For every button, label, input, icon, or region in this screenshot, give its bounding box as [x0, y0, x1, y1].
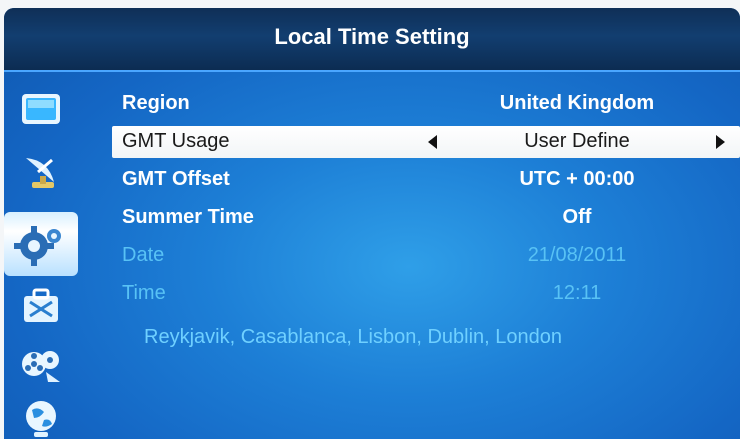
- setting-value: United Kingdom: [499, 92, 655, 114]
- sidebar-item-settings[interactable]: [4, 212, 78, 276]
- setting-value: User Define: [524, 130, 630, 152]
- tv-icon[interactable]: [18, 88, 64, 132]
- setting-row-time: Time 12:11: [112, 278, 740, 310]
- toolbox-icon[interactable]: [18, 284, 64, 328]
- page-title: Local Time Setting: [274, 24, 470, 49]
- title-bar: Local Time Setting: [4, 8, 740, 72]
- setting-value: UTC + 00:00: [519, 168, 635, 190]
- setting-row-summer-time[interactable]: Summer Time Off: [112, 202, 740, 234]
- setting-label: Date: [122, 244, 165, 266]
- setting-label: Summer Time: [122, 206, 254, 228]
- arrow-right-icon[interactable]: [716, 135, 725, 149]
- setting-value: 12:11: [552, 282, 602, 304]
- setting-row-date: Date 21/08/2011: [112, 240, 740, 272]
- tv-screen: Local Time Setting Region United Kingdom…: [4, 8, 740, 439]
- settings-gear-icon: [14, 226, 61, 266]
- setting-label: Time: [122, 282, 166, 304]
- sidebar-menu: [4, 70, 78, 439]
- setting-label: Region: [122, 92, 190, 114]
- setting-label: GMT Usage: [122, 130, 230, 152]
- setting-value: 21/08/2011: [527, 244, 627, 266]
- setting-value: Off: [562, 206, 592, 228]
- setting-row-gmt-offset[interactable]: GMT Offset UTC + 00:00: [112, 164, 740, 196]
- setting-row-region[interactable]: Region United Kingdom: [112, 88, 740, 120]
- film-reel-icon[interactable]: [18, 342, 64, 386]
- setting-label: GMT Offset: [122, 168, 230, 190]
- satellite-dish-icon[interactable]: [18, 150, 64, 194]
- globe-icon[interactable]: [18, 396, 64, 439]
- timezone-cities: Reykjavik, Casablanca, Lisbon, Dublin, L…: [144, 326, 563, 348]
- setting-row-gmt-usage[interactable]: GMT Usage User Define: [112, 126, 740, 158]
- arrow-left-icon[interactable]: [428, 135, 437, 149]
